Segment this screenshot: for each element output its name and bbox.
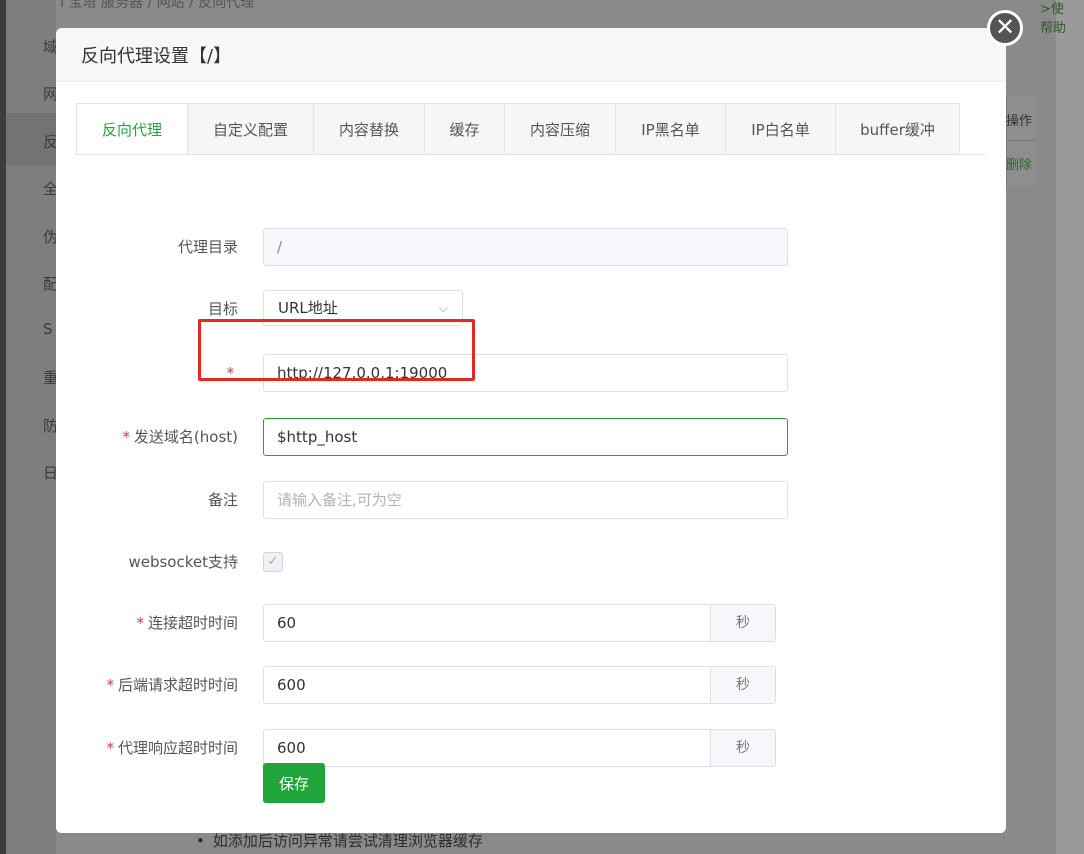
modal-header: 反向代理设置【/】	[56, 28, 1006, 82]
tab-content-compression[interactable]: 内容压缩	[505, 103, 616, 155]
target-select-value: URL地址	[278, 299, 338, 317]
proxy-dir-label: 代理目录	[177, 238, 238, 256]
tab-bar: 反向代理 自定义配置 内容替换 缓存 内容压缩 IP黑名单 IP白名单 buff…	[76, 103, 960, 155]
target-select[interactable]: URL地址 ⌵	[263, 290, 463, 326]
backend-timeout-unit: 秒	[710, 666, 776, 704]
required-mark: *	[106, 739, 114, 757]
response-timeout-unit: 秒	[710, 729, 776, 767]
background-sidebar-item: 反	[43, 133, 57, 151]
tab-ip-blacklist[interactable]: IP黑名单	[616, 103, 726, 155]
proxy-settings-modal: 反向代理设置【/】 反向代理 自定义配置 内容替换 缓存 内容压缩 IP黑名单 …	[56, 28, 1006, 833]
background-sidebar-item: 全	[43, 180, 57, 198]
background-sidebar-item: 域	[43, 38, 57, 56]
remark-label: 备注	[207, 491, 238, 509]
background-sidebar-item: 日	[43, 464, 57, 482]
response-timeout-label-text: 代理响应超时时间	[117, 739, 238, 757]
tab-ip-whitelist[interactable]: IP白名单	[726, 103, 836, 155]
background-sidebar-item: 网	[43, 85, 57, 103]
background-sidebar-item: 重	[43, 369, 57, 387]
tab-cache[interactable]: 缓存	[425, 103, 505, 155]
backend-timeout-input[interactable]	[263, 666, 711, 704]
websocket-label: websocket支持	[128, 553, 238, 571]
backend-timeout-label-text: 后端请求超时时间	[117, 676, 238, 694]
background-breadcrumb: I 宝塔 服务器 / 网站 / 反向代理	[60, 0, 255, 11]
check-icon: ✓	[267, 554, 279, 569]
background-table-divider	[1006, 140, 1036, 141]
background-sidebar-item: S	[43, 320, 53, 338]
tab-content-replace[interactable]: 内容替换	[314, 103, 425, 155]
host-label-text: 发送域名(host)	[133, 428, 238, 446]
response-timeout-label: * 代理响应超时时间	[56, 729, 238, 767]
proxy-dir-input	[263, 228, 788, 266]
target-url-input[interactable]	[263, 354, 788, 392]
background-footer-note: 如添加后访问异常请尝试清理浏览器缓存	[196, 830, 483, 851]
host-input[interactable]	[263, 418, 788, 456]
target-label: 目标	[207, 300, 238, 318]
connect-timeout-label: * 连接超时时间	[56, 604, 238, 642]
background-sidebar-item: 防	[43, 417, 57, 435]
tab-custom-config[interactable]: 自定义配置	[188, 103, 314, 155]
tab-reverse-proxy[interactable]: 反向代理	[76, 103, 188, 155]
connect-timeout-unit: 秒	[710, 604, 776, 642]
background-sidebar-item: 伪	[43, 228, 57, 246]
background-help-link: 帮助	[1040, 21, 1067, 36]
tab-divider	[76, 154, 986, 155]
background-table-header: 操作	[1006, 114, 1033, 129]
host-label: * 发送域名(host)	[56, 418, 238, 456]
background-help-link: >使	[1040, 2, 1064, 17]
connect-timeout-label-text: 连接超时时间	[147, 614, 238, 632]
background-right-strip	[1056, 0, 1084, 854]
required-mark: *	[122, 428, 130, 446]
modal-title: 反向代理设置【/】	[81, 45, 232, 67]
modal-body: 反向代理 自定义配置 内容替换 缓存 内容压缩 IP黑名单 IP白名单 buff…	[56, 82, 1006, 833]
connect-timeout-input[interactable]	[263, 604, 711, 642]
required-mark: *	[136, 614, 144, 632]
tab-buffer[interactable]: buffer缓冲	[836, 103, 960, 155]
close-icon[interactable]: ✕	[987, 10, 1023, 46]
required-mark: *	[226, 364, 235, 382]
background-table-action: 删除	[1006, 158, 1033, 173]
chevron-down-icon: ⌵	[438, 301, 448, 315]
remark-input[interactable]	[263, 481, 788, 519]
response-timeout-input[interactable]	[263, 729, 711, 767]
save-button[interactable]: 保存	[263, 763, 325, 803]
backend-timeout-label: * 后端请求超时时间	[56, 666, 238, 704]
websocket-checkbox[interactable]: ✓	[263, 552, 283, 572]
target-url-label: *	[56, 354, 238, 392]
background-sidebar-item: 配	[43, 275, 57, 293]
required-mark: *	[106, 676, 114, 694]
